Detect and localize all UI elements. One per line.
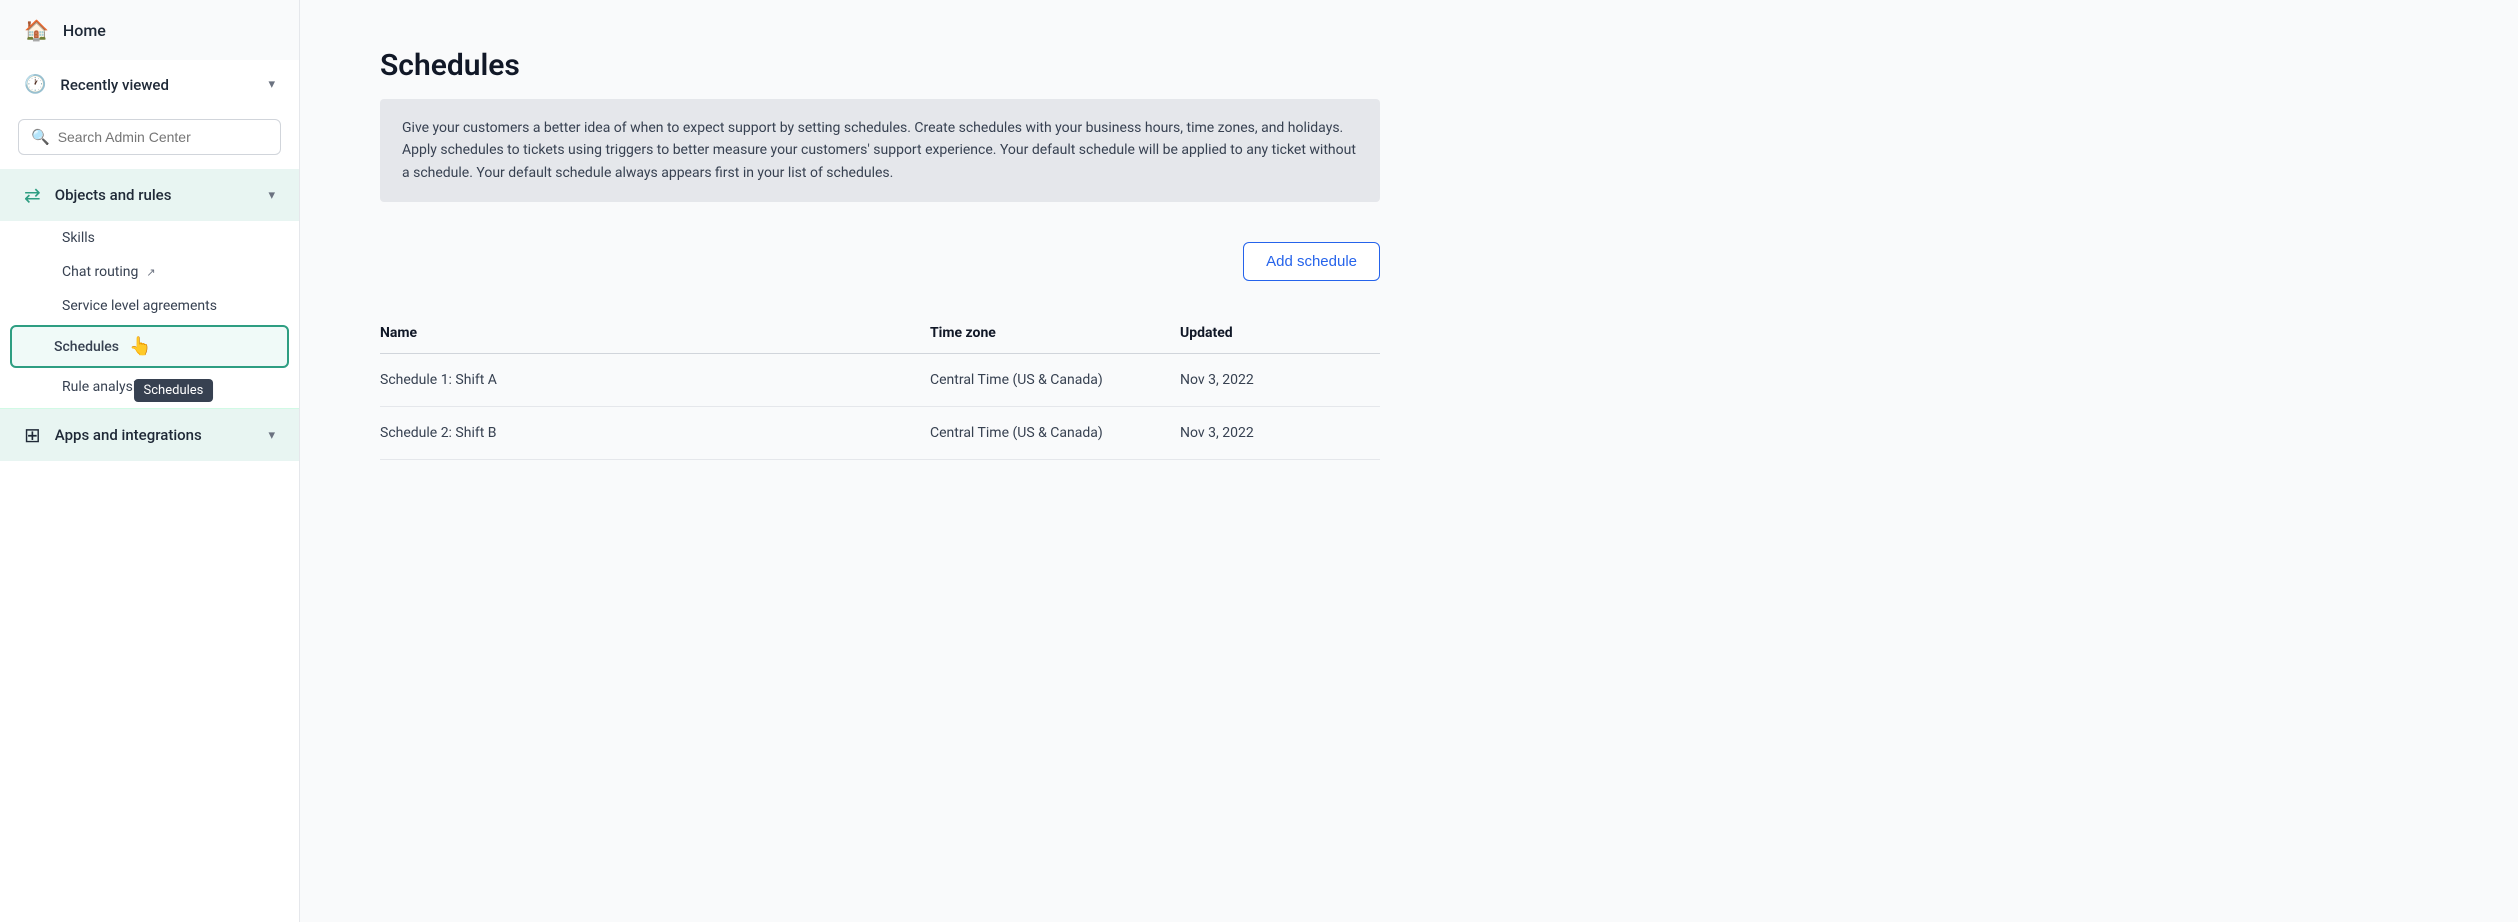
nav-sub-item-chat-routing[interactable]: Chat routing ↗ — [0, 255, 299, 289]
rule-analysis-label: Rule analysis — [62, 379, 144, 395]
nav-sub-item-schedules[interactable]: Schedules 👆 — [10, 325, 289, 368]
recently-viewed-section[interactable]: 🕐 Recently viewed ▾ — [0, 60, 299, 109]
sidebar-home-label: Home — [63, 21, 106, 40]
nav-sub-item-skills[interactable]: Skills — [0, 221, 299, 255]
nav-sub-item-service-level[interactable]: Service level agreements — [0, 289, 299, 323]
description-box: Give your customers a better idea of whe… — [380, 99, 1380, 202]
search-input[interactable] — [58, 129, 268, 145]
page-title: Schedules — [380, 48, 2438, 83]
search-icon: 🔍 — [31, 128, 50, 146]
sidebar-item-home[interactable]: 🏠 Home — [0, 0, 299, 60]
schedules-tooltip-wrapper: Schedules 👆 Schedules — [0, 323, 299, 370]
schedule-name: Schedule 1: Shift A — [380, 354, 930, 407]
chat-routing-label: Chat routing — [62, 264, 138, 280]
main-content: Schedules Give your customers a better i… — [300, 0, 2518, 922]
add-schedule-button[interactable]: Add schedule — [1243, 242, 1380, 281]
col-header-name: Name — [380, 313, 930, 354]
service-level-label: Service level agreements — [62, 298, 217, 314]
schedule-name: Schedule 2: Shift B — [380, 407, 930, 460]
skills-label: Skills — [62, 230, 95, 246]
schedules-label: Schedules — [54, 339, 119, 355]
recently-viewed-chevron: ▾ — [268, 77, 275, 92]
schedules-table: Name Time zone Updated Schedule 1: Shift… — [380, 313, 1380, 460]
table-row[interactable]: Schedule 1: Shift A Central Time (US & C… — [380, 354, 1380, 407]
schedule-updated: Nov 3, 2022 — [1180, 354, 1380, 407]
add-schedule-container: Add schedule — [380, 242, 1380, 281]
objects-and-rules-section[interactable]: ⇄ Objects and rules ▾ — [0, 169, 299, 221]
table-row[interactable]: Schedule 2: Shift B Central Time (US & C… — [380, 407, 1380, 460]
objects-and-rules-label: Objects and rules — [55, 186, 172, 204]
search-box[interactable]: 🔍 — [18, 119, 281, 155]
recently-viewed-label: Recently viewed — [60, 76, 169, 94]
external-link-icon: ↗ — [146, 266, 155, 279]
clock-icon: 🕐 — [24, 74, 46, 95]
cursor-icon: 👆 — [129, 336, 151, 357]
apps-icon: ⊞ — [24, 423, 41, 447]
home-icon: 🏠 — [24, 18, 49, 42]
schedule-updated: Nov 3, 2022 — [1180, 407, 1380, 460]
objects-rules-chevron: ▾ — [268, 188, 275, 203]
sidebar: 🏠 Home 🕐 Recently viewed ▾ 🔍 ⇄ Objects a… — [0, 0, 300, 922]
schedule-timezone: Central Time (US & Canada) — [930, 407, 1180, 460]
col-header-timezone: Time zone — [930, 313, 1180, 354]
apps-chevron: ▾ — [268, 428, 275, 443]
objects-icon: ⇄ — [24, 183, 41, 207]
apps-label: Apps and integrations — [55, 426, 202, 444]
apps-and-integrations-section[interactable]: ⊞ Apps and integrations ▾ — [0, 408, 299, 461]
col-header-updated: Updated — [1180, 313, 1380, 354]
schedules-tooltip: Schedules — [134, 379, 214, 402]
schedule-timezone: Central Time (US & Canada) — [930, 354, 1180, 407]
